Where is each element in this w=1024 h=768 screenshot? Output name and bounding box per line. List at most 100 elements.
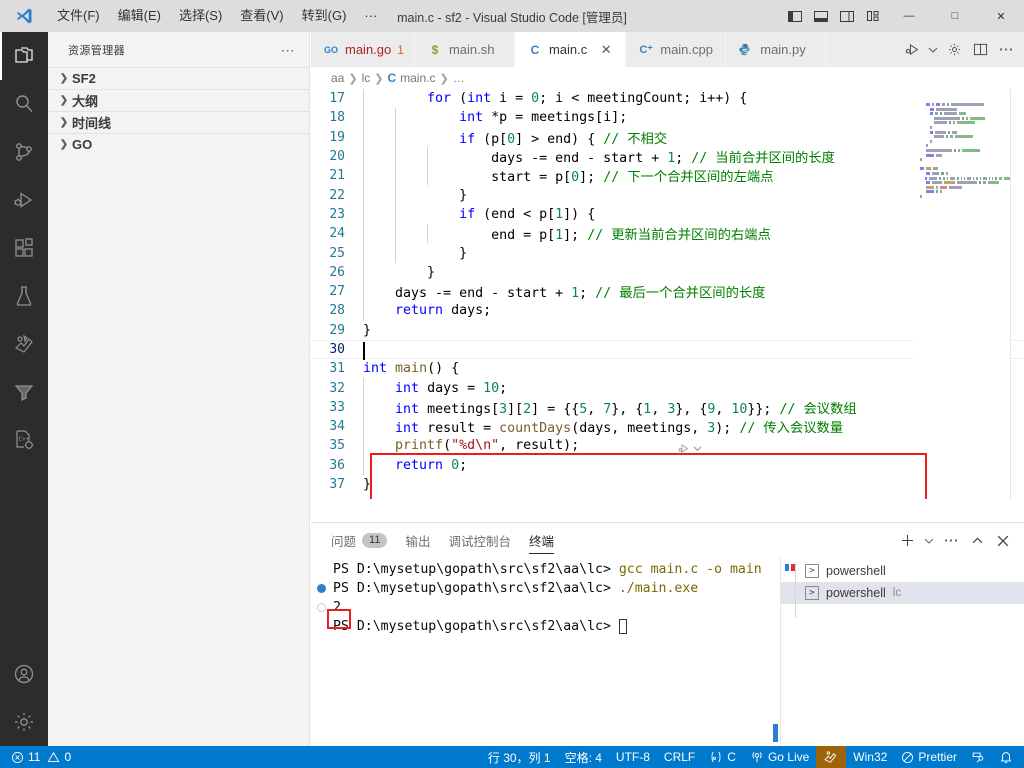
chevron-down-icon[interactable] xyxy=(920,528,938,554)
line-number: 35 xyxy=(329,438,345,454)
menu-file[interactable]: 文件(F) xyxy=(48,0,109,32)
sidebar-item-extensions[interactable] xyxy=(0,224,48,272)
terminal-tab-decorations xyxy=(785,564,795,571)
tab-main-py[interactable]: main.py xyxy=(726,32,827,67)
tab-problems[interactable]: 问题 11 xyxy=(331,523,388,558)
close-button[interactable]: ✕ xyxy=(978,0,1024,32)
status-remote-tunnel[interactable] xyxy=(964,746,992,768)
status-notifications[interactable] xyxy=(992,746,1020,768)
menu-go[interactable]: 转到(G) xyxy=(293,0,356,32)
code-editor[interactable]: 17 for (int i = 0; i < meetingCount; i++… xyxy=(311,89,1024,499)
indent-guide xyxy=(363,146,364,167)
tab-label: main.cpp xyxy=(660,42,713,57)
status-prettier[interactable]: Prettier xyxy=(894,746,964,768)
terminal-list-item-powershell-lc[interactable]: > powershell lc xyxy=(781,582,1024,604)
breadcrumb-item-lc[interactable]: lc xyxy=(362,71,371,85)
go-live-text: Go Live xyxy=(767,750,810,764)
customize-layout-icon[interactable] xyxy=(860,0,886,32)
sidebar-item-cpp-tools[interactable]: C++ xyxy=(0,416,48,464)
gear-icon[interactable] xyxy=(942,35,966,65)
funnel-icon xyxy=(12,380,36,404)
remote-icon xyxy=(971,750,985,764)
sidebar-item-run-and-debug[interactable] xyxy=(0,176,48,224)
terminal-prompt: PS D:\mysetup\gopath\src\sf2\aa\lc> xyxy=(333,619,619,634)
status-eol[interactable]: CRLF xyxy=(657,746,702,768)
tab-terminal[interactable]: 终端 xyxy=(528,523,554,558)
terminal-scrollbar[interactable] xyxy=(773,724,778,742)
terminal-list-item-powershell[interactable]: > powershell xyxy=(781,560,1024,582)
status-platform[interactable]: Win32 xyxy=(846,746,894,768)
sidebar-item-explorer[interactable] xyxy=(0,32,48,80)
indent-guide xyxy=(395,185,397,205)
tab-main-c[interactable]: C main.c ✕ xyxy=(514,32,627,67)
sidebar-item-go-extension[interactable] xyxy=(0,320,48,368)
ellipsis-icon[interactable]: ⋯ xyxy=(277,43,299,57)
run-play-icon[interactable] xyxy=(900,35,924,65)
breadcrumb-item-file[interactable]: main.c xyxy=(400,71,435,85)
tree-section-timeline[interactable]: ❯ 时间线 xyxy=(48,111,309,133)
codelens-run-debug[interactable] xyxy=(677,441,702,455)
tree-section-label: SF2 xyxy=(72,71,96,86)
sidebar-item-manage-settings[interactable] xyxy=(0,698,48,746)
panel-actions: ⋯ xyxy=(894,523,1016,558)
ellipsis-icon[interactable]: ⋯ xyxy=(938,528,964,554)
chevron-down-icon[interactable] xyxy=(926,35,940,65)
sidebar-item-accounts[interactable] xyxy=(0,650,48,698)
menu-selection[interactable]: 选择(S) xyxy=(170,0,231,32)
menu-view[interactable]: 查看(V) xyxy=(231,0,292,32)
tree-section-sf2[interactable]: ❯ SF2 xyxy=(48,67,309,89)
tab-main-sh[interactable]: $ main.sh xyxy=(414,32,515,67)
terminal-output-value: 2 xyxy=(333,600,341,615)
menu-edit[interactable]: 编辑(E) xyxy=(109,0,170,32)
close-icon[interactable]: ✕ xyxy=(597,42,615,58)
plus-icon[interactable] xyxy=(894,528,920,554)
tree-section-go[interactable]: ❯ GO xyxy=(48,133,309,155)
tab-main-cpp[interactable]: C⁺ main.cpp xyxy=(626,32,727,67)
sidebar-item-source-control[interactable] xyxy=(0,128,48,176)
close-icon[interactable] xyxy=(990,528,1016,554)
status-encoding[interactable]: UTF-8 xyxy=(609,746,657,768)
sidebar-item-search[interactable] xyxy=(0,80,48,128)
line-number: 18 xyxy=(329,110,345,126)
eol-text: CRLF xyxy=(663,750,696,764)
tab-output[interactable]: 输出 xyxy=(405,523,430,558)
ellipsis-icon[interactable]: ⋯ xyxy=(994,35,1018,65)
toggle-panel-icon[interactable] xyxy=(808,0,834,32)
status-go-live[interactable]: Go Live xyxy=(743,746,816,768)
line-number: 27 xyxy=(329,284,345,300)
status-problems[interactable]: 11 0 xyxy=(4,746,78,768)
split-editor-icon[interactable] xyxy=(968,35,992,65)
minimap[interactable] xyxy=(914,89,1010,499)
breadcrumb-item-aa[interactable]: aa xyxy=(331,71,344,85)
line-number: 31 xyxy=(329,361,345,377)
tab-debug-console[interactable]: 调试控制台 xyxy=(448,523,511,558)
code-text: } xyxy=(363,187,468,203)
minimap-line xyxy=(920,176,1010,180)
chevron-down-icon[interactable] xyxy=(693,444,702,453)
code-text: end = p[1]; // 更新当前合并区间的右端点 xyxy=(491,228,771,244)
tab-main-go[interactable]: GO main.go 1 xyxy=(311,32,415,67)
editor-scrollbar-vertical[interactable] xyxy=(1010,89,1024,499)
toggle-primary-sidebar-icon[interactable] xyxy=(782,0,808,32)
run-codelens-icon[interactable] xyxy=(677,442,690,455)
breadcrumb-item-symbol[interactable]: … xyxy=(453,71,465,85)
indent-guide xyxy=(395,224,397,244)
chevron-up-icon[interactable] xyxy=(964,528,990,554)
code-text: int main() { xyxy=(363,361,460,377)
status-indentation[interactable]: 空格: 4 xyxy=(558,746,609,768)
sidebar-item-testing[interactable] xyxy=(0,272,48,320)
minimize-button[interactable]: — xyxy=(886,0,932,32)
status-gopher[interactable] xyxy=(816,746,847,768)
status-language-mode[interactable]: C xyxy=(702,746,743,768)
status-cursor-position[interactable]: 行 30，列 1 xyxy=(481,746,558,768)
menu-overflow[interactable]: ··· xyxy=(355,0,386,32)
terminal-output[interactable]: PS D:\mysetup\gopath\src\sf2\aa\lc> gcc … xyxy=(311,558,780,746)
bottom-panel: 问题 11 输出 调试控制台 终端 ⋯ PS D:\mysetup\gopath… xyxy=(311,522,1024,746)
terminal-tabs-list: > powershell > powershell lc xyxy=(780,558,1024,746)
maximize-button[interactable]: □ xyxy=(932,0,978,32)
sidebar-item-filter-funnel[interactable] xyxy=(0,368,48,416)
toggle-secondary-sidebar-icon[interactable] xyxy=(834,0,860,32)
terminal-tabs-rail xyxy=(795,562,796,618)
c-file-icon: C xyxy=(530,42,540,57)
tree-section-outline[interactable]: ❯ 大纲 xyxy=(48,89,309,111)
